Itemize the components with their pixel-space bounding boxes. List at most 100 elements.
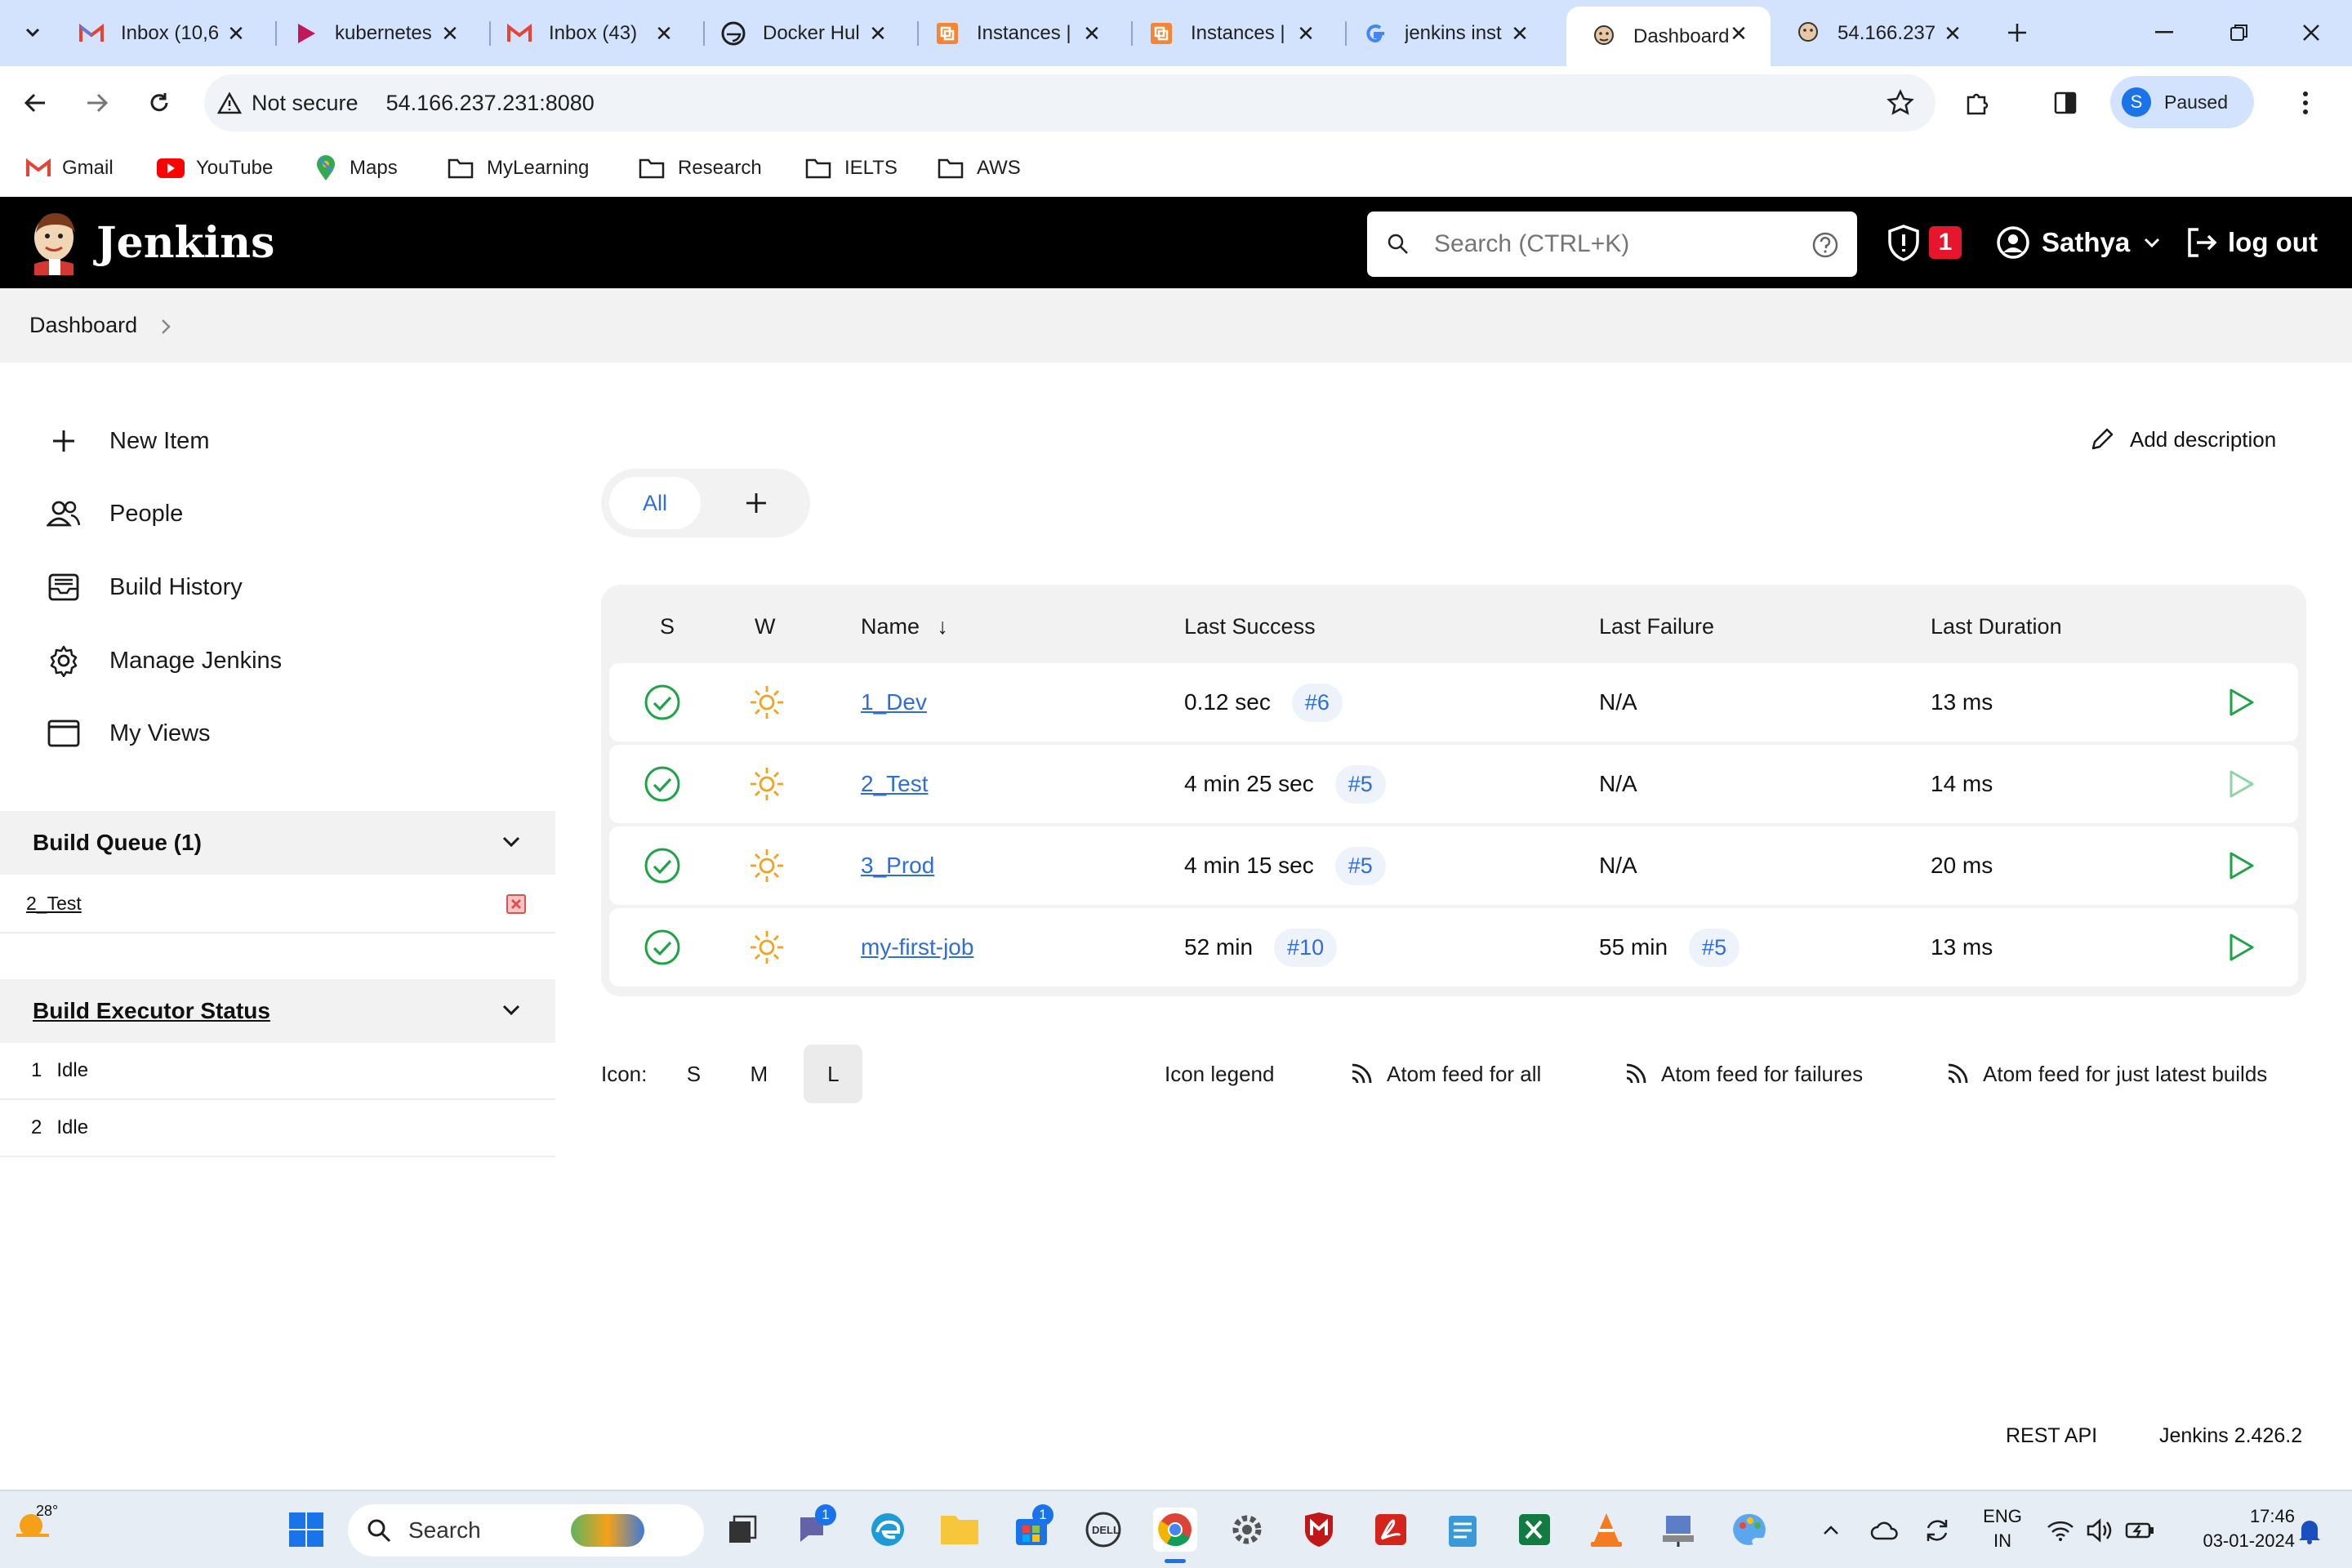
taskbar-excel[interactable] [1512, 1508, 1557, 1552]
rest-api-link[interactable]: REST API [2006, 1424, 2097, 1448]
add-view-button[interactable] [724, 477, 789, 529]
browser-tab-dashboard[interactable]: Dashboard ✕ [1566, 7, 1771, 66]
job-name-link[interactable]: 1_Dev [861, 689, 927, 715]
address-bar[interactable]: Not secure 54.166.237.231:8080 [204, 74, 1936, 131]
column-weather[interactable]: W [755, 614, 775, 639]
last-success-build-link[interactable]: #6 [1291, 683, 1343, 722]
window-minimize-button[interactable] [2140, 16, 2189, 49]
atom-feed-all-link[interactable]: Atom feed for all [1349, 1054, 1541, 1094]
browser-tab-docker-hub[interactable]: Docker Hul ✕ [696, 7, 910, 60]
taskbar-dell[interactable]: DELL [1081, 1508, 1125, 1552]
back-button[interactable] [16, 84, 54, 122]
taskbar-mcafee[interactable] [1297, 1508, 1341, 1552]
column-last-failure[interactable]: Last Failure [1599, 614, 1714, 639]
last-success-build-link[interactable]: #5 [1334, 764, 1386, 804]
last-success-build-link[interactable]: #5 [1334, 846, 1386, 885]
browser-menu-button[interactable] [2287, 84, 2324, 122]
search-input[interactable] [1434, 223, 1785, 265]
chevron-right-icon[interactable] [160, 318, 172, 336]
browser-tab-kubernetes[interactable]: kubernetes ✕ [268, 7, 482, 60]
language-indicator[interactable]: ENG IN [1978, 1504, 2027, 1557]
close-icon[interactable]: ✕ [652, 21, 676, 46]
jenkins-home-link[interactable]: Jenkins [29, 210, 274, 275]
taskbar-settings[interactable] [1225, 1508, 1269, 1552]
icon-legend-link[interactable]: Icon legend [1165, 1054, 1274, 1094]
icon-size-l[interactable]: L [804, 1045, 863, 1103]
browser-tab-instances-2[interactable]: Instances | ✕ [1124, 7, 1338, 60]
queue-item-link[interactable]: 2_Test [26, 893, 82, 915]
window-close-button[interactable] [2287, 16, 2336, 49]
sidebar-item-manage-jenkins[interactable]: Manage Jenkins [46, 636, 282, 685]
icon-size-m[interactable]: M [745, 1062, 773, 1087]
user-menu[interactable]: Sathya [1996, 221, 2161, 264]
side-panel-button[interactable] [2047, 84, 2084, 122]
weather-widget[interactable]: 28° [11, 1503, 69, 1555]
column-last-success[interactable]: Last Success [1184, 614, 1316, 639]
clock[interactable]: 17:46 03-01-2024 [2197, 1504, 2295, 1557]
column-status[interactable]: S [660, 614, 675, 639]
bookmark-star-icon[interactable] [1886, 89, 1914, 117]
taskbar-vlc[interactable] [1584, 1508, 1628, 1552]
notification-button[interactable] [2292, 1514, 2328, 1547]
taskbar-paint[interactable] [1728, 1508, 1772, 1552]
window-restore-button[interactable] [2215, 16, 2264, 49]
tab-all[interactable]: All [609, 477, 701, 529]
profile-button[interactable]: S Paused [2110, 76, 2254, 128]
tab-search-button[interactable] [15, 15, 51, 51]
sync-tray[interactable] [1921, 1516, 1953, 1545]
close-icon[interactable]: ✕ [438, 21, 462, 46]
taskbar-store[interactable]: 1 [1009, 1504, 1054, 1552]
chevron-down-icon[interactable] [501, 835, 521, 849]
browser-tab-jenkins-ip[interactable]: 54.166.237 ✕ [1771, 7, 1984, 60]
task-view-button[interactable] [720, 1508, 764, 1552]
column-name[interactable]: Name ↓ [861, 614, 948, 639]
last-success-build-link[interactable]: #10 [1274, 928, 1338, 967]
close-icon[interactable]: ✕ [866, 21, 890, 46]
last-failure-build-link[interactable]: #5 [1689, 928, 1740, 967]
close-icon[interactable]: ✕ [224, 21, 248, 46]
taskbar-edge[interactable] [866, 1508, 910, 1552]
forward-button[interactable] [78, 84, 116, 122]
add-description-button[interactable]: Add description [2089, 421, 2276, 457]
close-icon[interactable]: ✕ [1726, 21, 1751, 46]
search-box[interactable] [1367, 212, 1857, 277]
browser-tab-gmail-inbox-2[interactable]: Inbox (43) ✕ [482, 7, 696, 60]
build-queue-header[interactable]: Build Queue (1) [0, 811, 555, 875]
job-name-link[interactable]: my-first-job [861, 934, 973, 960]
url-text[interactable]: 54.166.237.231:8080 [386, 91, 595, 116]
taskbar-teams[interactable]: 1 [792, 1504, 836, 1552]
close-icon[interactable]: ✕ [1080, 21, 1104, 46]
bookmark-youtube[interactable]: YouTube [157, 149, 273, 187]
bookmark-folder-research[interactable]: Research [639, 149, 762, 187]
security-alerts-button[interactable]: 1 [1886, 221, 1962, 264]
close-icon[interactable]: ✕ [1940, 21, 1965, 46]
security-label[interactable]: Not secure [252, 91, 359, 116]
bookmark-folder-mylearning[interactable]: MyLearning [448, 149, 589, 187]
bookmark-maps[interactable]: Maps [315, 149, 398, 187]
bookmark-gmail[interactable]: Gmail [26, 149, 114, 187]
browser-tab-gmail-inbox[interactable]: Inbox (10,6 ✕ [54, 7, 268, 60]
new-tab-button[interactable] [1999, 15, 2035, 51]
taskbar-remote-desktop[interactable] [1656, 1508, 1700, 1552]
job-name-link[interactable]: 3_Prod [861, 853, 934, 879]
column-last-duration[interactable]: Last Duration [1931, 614, 2062, 639]
cancel-icon[interactable] [506, 894, 526, 914]
sidebar-item-new-item[interactable]: New Item [46, 416, 209, 466]
browser-tab-instances[interactable]: Instances | ✕ [910, 7, 1124, 60]
atom-feed-failures-link[interactable]: Atom feed for failures [1624, 1054, 1863, 1094]
show-hidden-icons-button[interactable] [1816, 1516, 1846, 1545]
close-icon[interactable]: ✕ [1294, 21, 1318, 46]
job-name-link[interactable]: 2_Test [861, 771, 929, 797]
close-icon[interactable]: ✕ [1508, 21, 1532, 46]
help-icon[interactable] [1811, 231, 1839, 259]
extensions-button[interactable] [1958, 84, 1996, 122]
onedrive-tray[interactable] [1869, 1516, 1901, 1545]
reload-button[interactable] [140, 84, 178, 122]
icon-size-s[interactable]: S [679, 1062, 707, 1087]
taskbar-file-explorer[interactable] [938, 1508, 982, 1552]
taskbar-notepad[interactable] [1441, 1508, 1485, 1552]
taskbar-acrobat[interactable] [1369, 1508, 1413, 1552]
sidebar-item-build-history[interactable]: Build History [46, 563, 243, 612]
schedule-build-button[interactable] [2225, 826, 2256, 905]
breadcrumb-dashboard[interactable]: Dashboard [29, 313, 137, 338]
